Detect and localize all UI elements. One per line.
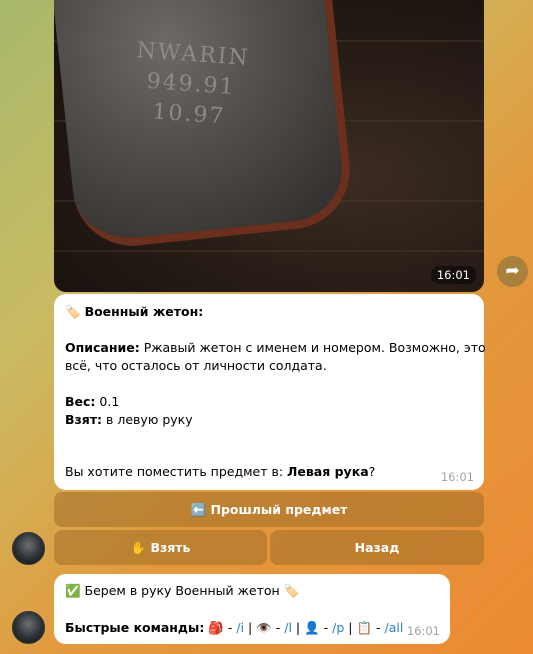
command-link-all[interactable]: /all xyxy=(385,620,404,635)
share-arrow-icon[interactable]: ➦ xyxy=(497,256,528,287)
question-text: Вы хотите поместить предмет в: xyxy=(65,464,288,479)
eye-icon: 👁️ xyxy=(256,620,272,635)
item-title: Военный жетон: xyxy=(84,304,204,319)
result-text: ✅ Берем в руку Военный жетон 🏷️ xyxy=(65,583,300,598)
item-photo[interactable]: NWARIN 949.91 10.97 16:01 xyxy=(54,0,484,292)
item-message: 🏷️ Военный жетон: Описание: Ржавый жетон… xyxy=(54,294,486,490)
tag-engraving: NWARIN 949.91 10.97 xyxy=(113,35,269,135)
taken-line: Взят: в левую руку xyxy=(65,412,193,427)
weight-line: Вес: 0.1 xyxy=(65,394,119,409)
description-line: Описание: Ржавый жетон с именем и номеро… xyxy=(65,340,486,355)
description-text-cont: всё, что осталось от личности солдата. xyxy=(65,358,327,373)
wood-grain xyxy=(54,250,484,252)
person-icon: 👤 xyxy=(304,620,320,635)
message-timestamp: 16:01 xyxy=(406,624,440,638)
description-label: Описание: xyxy=(65,340,140,355)
taken-label: Взят: xyxy=(65,412,103,427)
question-target: Левая рука xyxy=(287,464,369,479)
question-suffix: ? xyxy=(368,464,376,479)
tag-emoji-icon: 🏷️ xyxy=(65,304,81,319)
bot-avatar[interactable] xyxy=(12,532,45,565)
photo-timestamp: 16:01 xyxy=(430,266,476,284)
taken-value: в левую руку xyxy=(102,412,193,427)
command-link-i[interactable]: /i xyxy=(236,620,244,635)
quick-commands-line: Быстрые команды: 🎒 - /i | 👁️ - /l | 👤 - … xyxy=(65,620,404,635)
command-link-p[interactable]: /p xyxy=(332,620,344,635)
item-title-line: 🏷️ Военный жетон: xyxy=(65,304,203,320)
quick-commands-label: Быстрые команды: xyxy=(65,620,205,635)
backpack-icon: 🎒 xyxy=(208,620,224,635)
result-message: ✅ Берем в руку Военный жетон 🏷️ Быстрые … xyxy=(54,574,450,644)
description-text: Ржавый жетон с именем и номером. Возможн… xyxy=(139,340,486,355)
back-button[interactable]: Назад xyxy=(270,530,484,565)
bot-avatar[interactable] xyxy=(12,611,45,644)
take-button[interactable]: ✋ Взять xyxy=(54,530,267,565)
weight-label: Вес: xyxy=(65,394,96,409)
prev-item-button[interactable]: ⬅️ Прошлый предмет xyxy=(54,492,484,527)
message-timestamp: 16:01 xyxy=(440,470,474,484)
command-link-l[interactable]: /l xyxy=(284,620,292,635)
weight-value: 0.1 xyxy=(95,394,120,409)
question-line: Вы хотите поместить предмет в: Левая рук… xyxy=(65,464,375,479)
clipboard-icon: 📋 xyxy=(356,620,373,635)
